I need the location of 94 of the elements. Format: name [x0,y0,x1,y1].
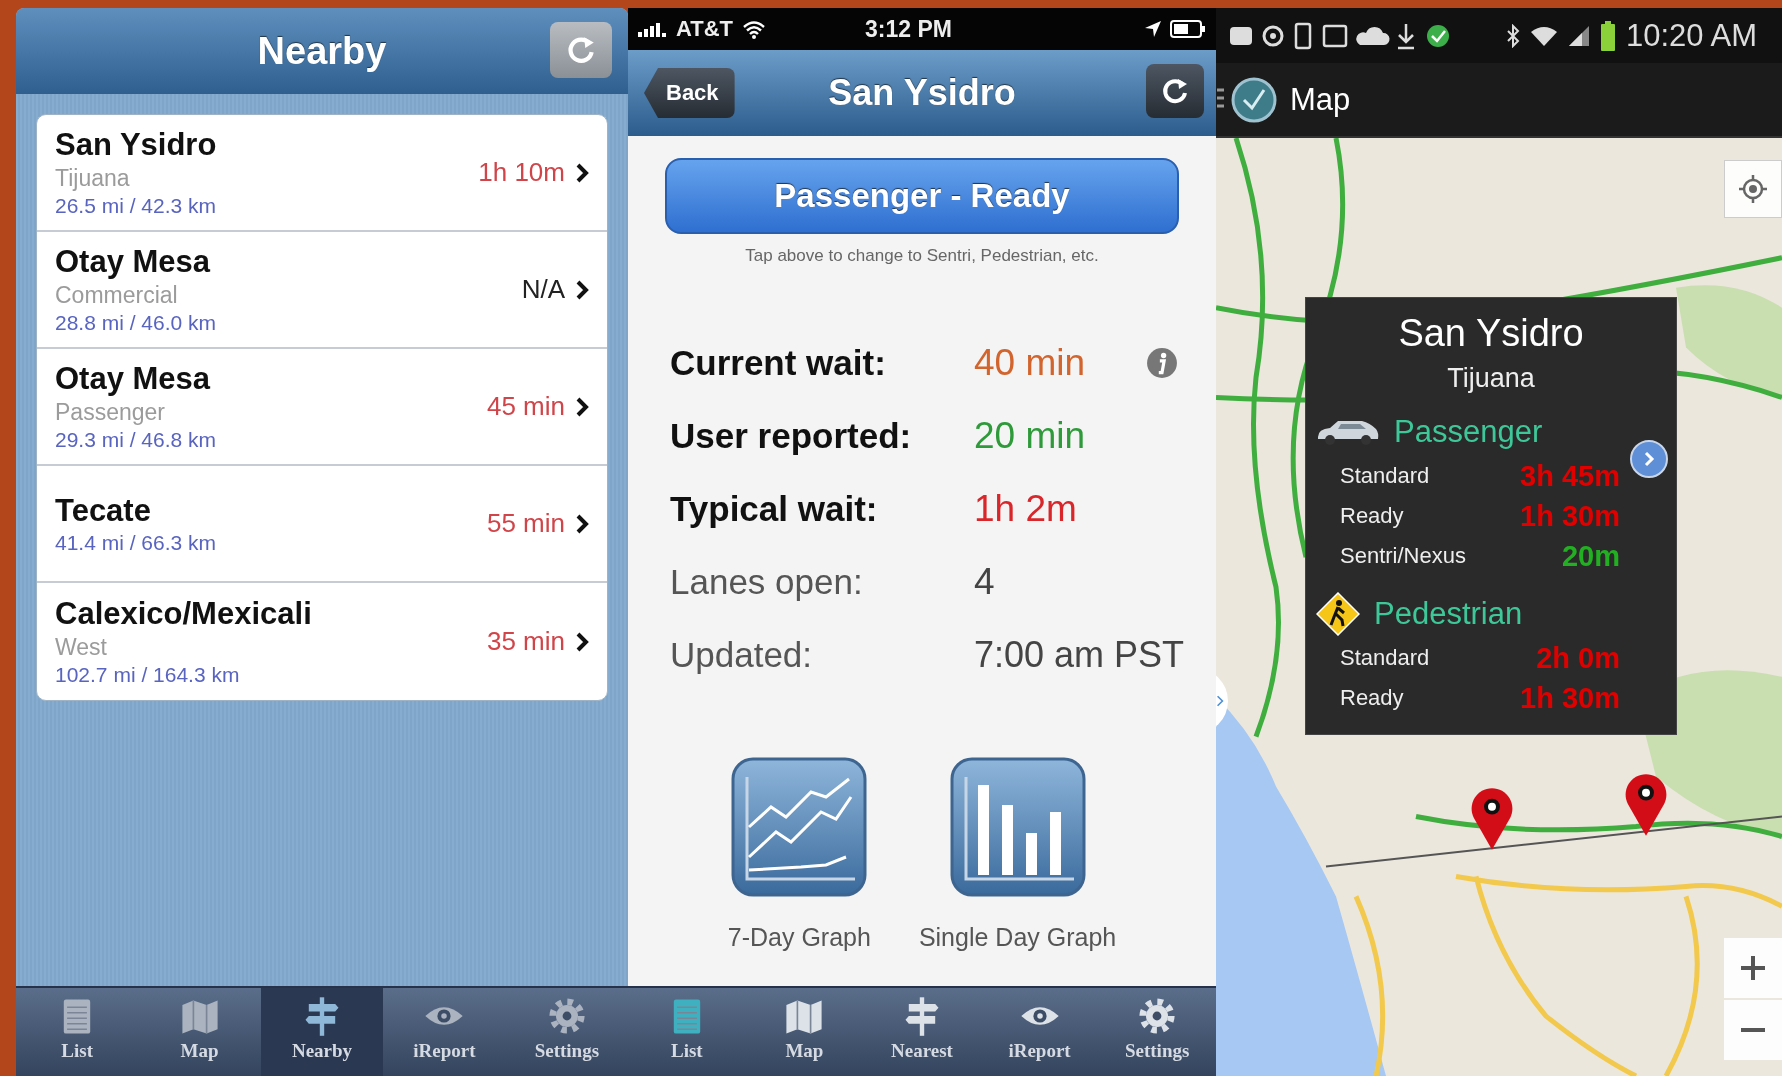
stat-label: Typical wait: [670,488,879,529]
signal-icon [1568,24,1590,47]
graph-button[interactable]: 7-Day Graph [727,757,871,952]
crossing-type: Passenger [55,399,166,426]
hint-text: Tap above to change to Sentri, Pedestrian, etc. [745,246,1099,266]
signal-icon [638,21,668,37]
status-time: 3:12 PM [865,15,952,43]
crossing-name: Otay Mesa [55,361,212,397]
stat-value: 20 min [974,414,1087,457]
lane-label: Standard [1340,645,1430,671]
crossing-row[interactable]: Otay Mesa Passenger 29.3 mi / 46.8 km 45 min [37,349,607,466]
crossing-name: Calexico/Mexicali [55,596,313,632]
details-button[interactable] [1630,440,1668,478]
tab[interactable]: iReport [980,988,1099,1076]
chevron-icon [575,161,589,184]
tab[interactable]: Map [745,988,864,1076]
stat-label: Lanes open: [670,561,864,602]
crossing-row[interactable]: Otay Mesa Commercial 28.8 mi / 46.0 km N/A [37,232,607,349]
tab[interactable]: Map [138,988,261,1076]
pedestrian-sign-icon [1316,592,1360,636]
plus-icon [1738,953,1768,983]
crossing-row[interactable]: Calexico/Mexicali West 102.7 mi / 164.3 km 35 min [37,583,607,700]
lane-label: Ready [1340,685,1404,711]
crosshair-icon [1738,174,1768,204]
info-icon[interactable] [1146,346,1178,379]
crossing-type: Tijuana [55,165,131,192]
wait-time: 1h 10m [478,157,565,188]
battery-icon [1170,20,1206,38]
zoom-out-button[interactable] [1724,1000,1782,1060]
tab[interactable]: Nearest [863,988,981,1076]
crossing-row[interactable]: San Ysidro Tijuana 26.5 mi / 42.3 km 1h 10m [37,115,607,232]
graph-button[interactable]: Single Day Graph [918,757,1117,952]
chevron-icon [575,395,589,418]
crossing-distance: 28.8 mi / 46.0 km [55,311,218,335]
stat-label: Current wait: [670,342,887,383]
my-location-button[interactable] [1724,160,1782,218]
crossing-distance: 26.5 mi / 42.3 km [55,194,218,218]
chevron-icon [1216,694,1224,708]
tab[interactable]: Settings [1098,988,1216,1076]
tab[interactable]: Nearby [260,988,384,1076]
mode-button[interactable]: Passenger - Ready [665,158,1179,234]
lane-wait: 3h 45m [1520,459,1620,493]
lane-wait: 1h 30m [1520,681,1620,715]
tab[interactable]: List [16,988,139,1076]
bar-chart-icon [949,757,1086,897]
wait-time: 45 min [486,391,565,422]
chevron-icon [575,278,589,301]
popup-subtitle: Tijuana [1446,363,1536,394]
minus-icon [1741,1028,1765,1032]
lane-label: Sentri/Nexus [1340,543,1466,569]
bluetooth-icon [1506,23,1520,48]
crossing-name: Otay Mesa [55,244,212,280]
lane-wait: 1h 30m [1520,499,1620,533]
screen-title: Map [1290,81,1351,118]
wait-time: 55 min [486,508,565,539]
tab[interactable]: Settings [505,988,628,1076]
carrier-name: AT&T [676,16,734,42]
wait-time: 35 min [486,626,565,657]
lane-wait: 20m [1561,539,1620,573]
stat-label: Updated: [670,634,814,675]
tab[interactable]: iReport [383,988,506,1076]
status-time: 10:20 AM [1626,17,1757,54]
section-heading: Pedestrian [1374,596,1523,632]
section-heading: Passenger [1394,414,1543,450]
chevron-icon [575,512,589,535]
refresh-button[interactable] [1146,64,1204,118]
stat-value: 7:00 am PST [974,633,1186,676]
stat-label: User reported: [670,415,913,456]
crossing-name: Tecate [55,492,152,529]
screen-title: San Ysidro [828,72,1016,114]
crossing-name: San Ysidro [55,127,218,163]
lane-wait: 2h 0m [1536,641,1620,675]
stat-value: 4 [974,560,996,603]
tab[interactable]: List [628,988,746,1076]
back-button[interactable]: Back [644,68,735,118]
stat-value: 1h 2m [974,487,1078,530]
wifi-icon [1530,24,1558,47]
chevron-icon [575,630,589,653]
lane-label: Standard [1340,463,1430,489]
battery-icon [1600,20,1616,51]
line-chart-icon [731,757,868,897]
stat-value: 40 min [974,341,1087,384]
crossing-type: Commercial [55,282,179,309]
location-arrow-icon [1144,20,1162,38]
crossing-distance: 102.7 mi / 164.3 km [55,663,241,687]
crossing-distance: 41.4 mi / 66.3 km [55,530,218,555]
popup-title: San Ysidro [1397,312,1585,355]
screen-title: Nearby [257,29,387,73]
lane-label: Ready [1340,503,1404,529]
crossing-distance: 29.3 mi / 46.8 km [55,428,218,452]
crossing-type: West [55,634,108,661]
wait-time: N/A [521,274,565,305]
crossing-row[interactable]: Tecate 41.4 mi / 66.3 km 55 min [37,466,607,583]
zoom-in-button[interactable] [1724,938,1782,998]
